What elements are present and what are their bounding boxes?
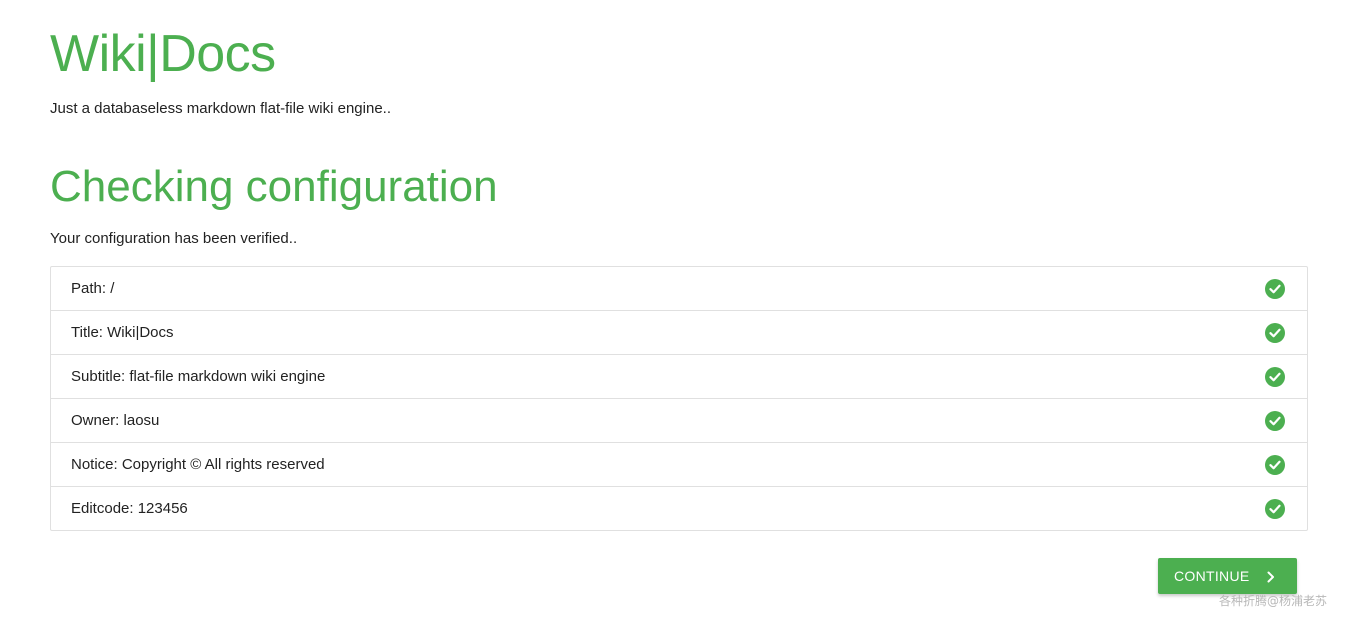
config-list: Path: / Title: Wiki|Docs Subtitle: flat-… <box>50 266 1308 531</box>
tagline: Just a databaseless markdown flat-file w… <box>50 100 392 117</box>
watermark: 各种折腾@杨浦老苏 <box>1219 594 1328 608</box>
config-item-label: Title: Wiki|Docs <box>71 324 174 341</box>
check-circle-icon <box>1265 454 1285 475</box>
check-circle-icon <box>1265 278 1285 299</box>
page: Wiki|Docs Just a databaseless markdown f… <box>0 0 1359 628</box>
config-item-label: Notice: Copyright © All rights reserved <box>71 456 325 473</box>
config-item-label: Path: / <box>71 280 115 297</box>
config-item-label: Owner: laosu <box>71 412 160 429</box>
check-circle-icon <box>1265 498 1285 519</box>
chevron-right-icon <box>1267 570 1275 586</box>
continue-button-label: CONTINUE <box>1174 568 1250 584</box>
config-item-owner: Owner: laosu <box>51 398 1307 442</box>
config-item-editcode: Editcode: 123456 <box>51 486 1307 530</box>
config-item-title: Title: Wiki|Docs <box>51 310 1307 354</box>
config-item-label: Subtitle: flat-file markdown wiki engine <box>71 368 326 385</box>
check-circle-icon <box>1265 410 1285 431</box>
config-item-subtitle: Subtitle: flat-file markdown wiki engine <box>51 354 1307 398</box>
brand-title: Wiki|Docs <box>50 25 276 83</box>
config-item-label: Editcode: 123456 <box>71 500 188 517</box>
config-item-notice: Notice: Copyright © All rights reserved <box>51 442 1307 486</box>
config-item-path: Path: / <box>51 267 1307 310</box>
continue-button[interactable]: CONTINUE <box>1158 558 1297 594</box>
check-circle-icon <box>1265 322 1285 343</box>
page-title: Checking configuration <box>50 162 498 211</box>
check-circle-icon <box>1265 366 1285 387</box>
status-message: Your configuration has been verified.. <box>50 230 298 247</box>
